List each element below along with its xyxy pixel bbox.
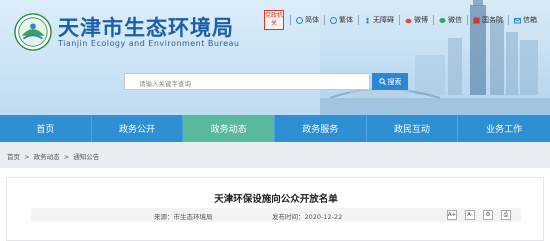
source-label: 来源： (154, 213, 174, 221)
bureau-logo (14, 13, 52, 51)
search-icon (378, 78, 386, 85)
site-title: 天津市生态环境局 (58, 16, 234, 40)
font-decrease-button[interactable]: A- (465, 210, 475, 220)
site-header: 天津市生态环境局 Tianjin Ecology and Environment… (0, 0, 550, 115)
simplified-link[interactable]: 简体 (290, 15, 324, 25)
breadcrumb-separator: > (24, 153, 30, 161)
breadcrumb-separator: > (63, 153, 70, 161)
article-date: 发布时间：2020-12-22 (272, 211, 342, 221)
article-source: 来源：市生态环境局 (154, 211, 213, 221)
search-button-label: 搜索 (387, 77, 402, 86)
date-value: 2020-12-22 (304, 213, 343, 221)
settings-button[interactable]: ⚙ (483, 210, 493, 220)
article-panel: 天津环保设施向公众开放名单 来源：市生态环境局 发布时间：2020-12-22 … (6, 177, 544, 241)
weibo-label: 微博 (414, 16, 428, 24)
wechat-link[interactable]: 微信 (433, 15, 467, 25)
site-subtitle: Tianjin Ecology and Environment Bureau (58, 39, 240, 48)
accessibility-link[interactable]: 无障碍 (358, 15, 399, 25)
nav-home[interactable]: 首页 (0, 115, 92, 142)
simplified-label: 简体 (305, 16, 319, 24)
nav-news[interactable]: 政务动态 (183, 115, 275, 142)
nav-government-affairs[interactable]: 政务公开 (92, 115, 184, 142)
search-input[interactable]: 请输入关键字查询 (124, 73, 370, 90)
wechat-icon (439, 17, 446, 23)
top-utility-bar: 党政机关 简体 繁体 无障碍 微博 微信 国务院 信箱 (264, 10, 542, 30)
accessibility-icon (366, 17, 369, 23)
breadcrumb-news[interactable]: 政务动态 (34, 153, 60, 161)
article-title: 天津环保设施向公众开放名单 (214, 194, 338, 205)
traditional-label: 繁体 (339, 16, 353, 24)
weibo-link[interactable]: 微博 (399, 15, 433, 25)
breadcrumb: 首页 > 政务动态 > 通知公告 (0, 142, 550, 168)
article-meta-bar: 来源：市生态环境局 发布时间：2020-12-22 A+ A- ⚙ ⎙ (31, 208, 521, 222)
nav-business[interactable]: 业务工作 (458, 115, 550, 142)
date-label: 发布时间： (272, 213, 305, 221)
state-council-link[interactable]: 国务院 (467, 15, 508, 25)
nav-services[interactable]: 政务服务 (275, 115, 367, 142)
globe-icon (330, 16, 337, 24)
globe-icon (296, 16, 303, 24)
state-council-label: 国务院 (482, 16, 503, 24)
main-nav: 首页 政务公开 政务动态 政务服务 政民互动 业务工作 (0, 115, 550, 142)
party-government-stamp[interactable]: 党政机关 (264, 10, 284, 30)
wechat-label: 微信 (448, 16, 462, 24)
mailbox-link[interactable]: 信箱 (508, 15, 542, 25)
weibo-icon (405, 18, 412, 23)
print-button[interactable]: ⎙ (501, 210, 511, 220)
breadcrumb-notices[interactable]: 通知公告 (73, 153, 99, 161)
article-tools: A+ A- ⚙ ⎙ (447, 210, 511, 220)
breadcrumb-home[interactable]: 首页 (7, 153, 20, 161)
mailbox-label: 信箱 (523, 16, 537, 24)
traditional-link[interactable]: 繁体 (324, 15, 358, 25)
search-button[interactable]: 搜索 (372, 73, 408, 90)
state-council-icon (473, 17, 480, 23)
nav-interaction[interactable]: 政民互动 (367, 115, 459, 142)
source-value: 市生态环境局 (173, 213, 213, 221)
accessibility-label: 无障碍 (373, 16, 394, 24)
mail-icon (514, 17, 521, 23)
font-increase-button[interactable]: A+ (447, 210, 457, 220)
